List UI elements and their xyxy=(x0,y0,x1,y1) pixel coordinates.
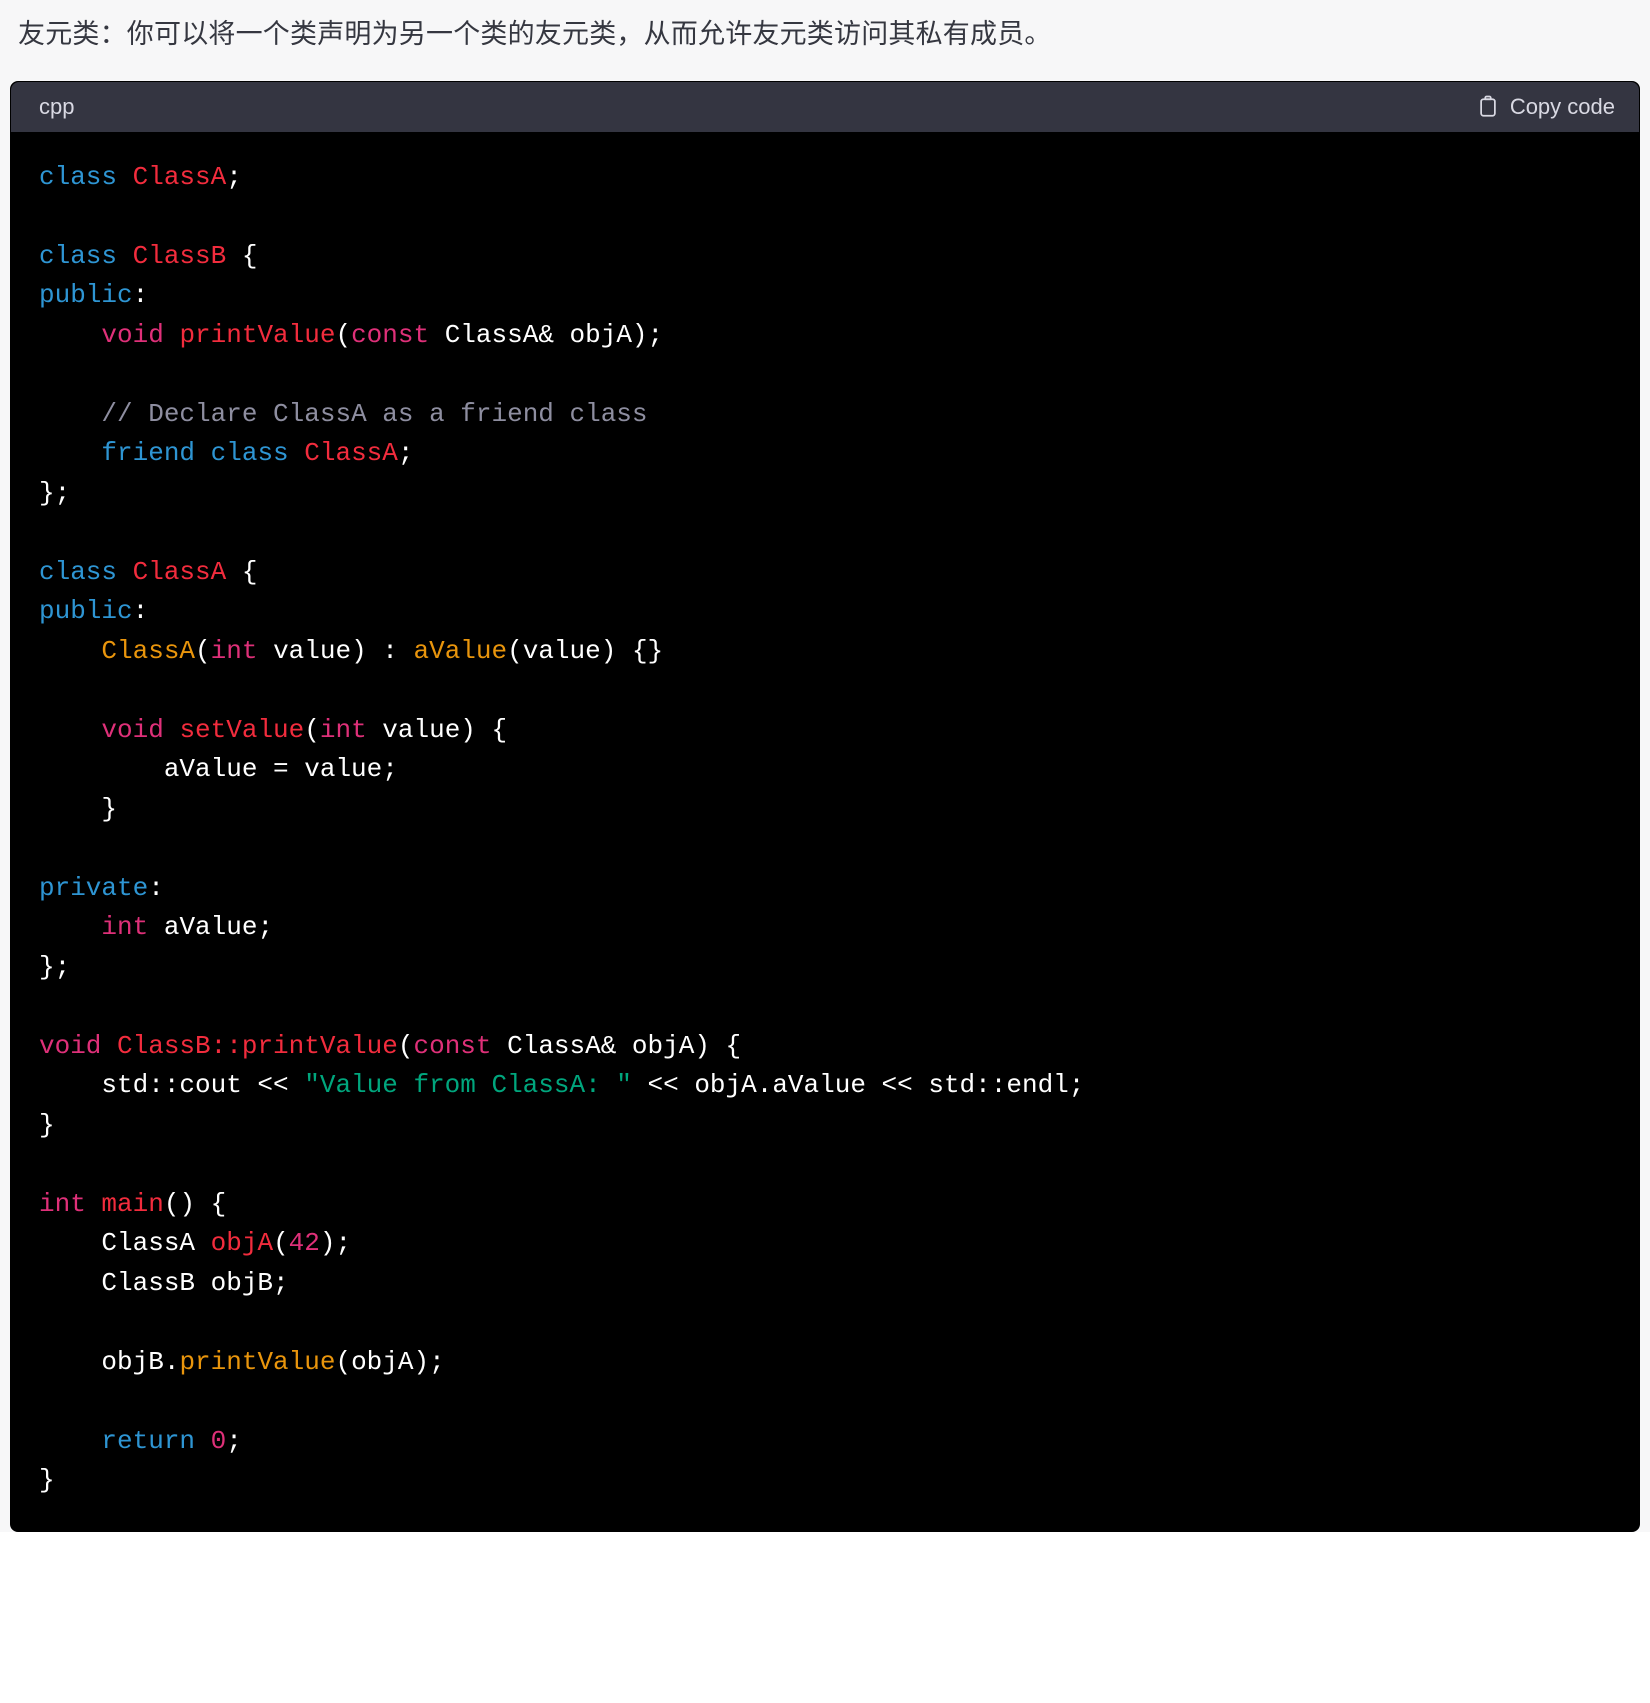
clipboard-icon xyxy=(1477,95,1499,119)
code-token: aValue xyxy=(413,635,508,666)
code-token: ( xyxy=(397,1030,414,1061)
copy-code-button[interactable]: Copy code xyxy=(1477,94,1615,120)
code-token: : xyxy=(148,872,164,903)
code-token: void xyxy=(101,319,180,350)
code-token: (objA); xyxy=(335,1346,445,1377)
code-token: class xyxy=(39,161,133,192)
code-token: { xyxy=(241,556,258,587)
code-token: const xyxy=(351,319,445,350)
code-token: std::cout << xyxy=(39,1070,305,1100)
intro-paragraph: 友元类：你可以将一个类声明为另一个类的友元类，从而允许友元类访问其私有成员。 xyxy=(0,0,1650,81)
code-token: ; xyxy=(226,161,242,192)
code-token: void xyxy=(39,1030,118,1061)
code-token: // Declare ClassA as a friend class xyxy=(101,398,648,429)
code-token: objA xyxy=(210,1228,274,1258)
code-token: printValue xyxy=(179,1346,336,1377)
code-block-header: cpp Copy code xyxy=(11,81,1639,132)
code-token: ClassB::printValue xyxy=(117,1030,398,1061)
code-token: ClassA xyxy=(39,1228,211,1258)
code-token: void xyxy=(101,714,180,745)
code-token: int xyxy=(101,912,149,942)
page-container: 友元类：你可以将一个类声明为另一个类的友元类，从而允许友元类访问其私有成员。 c… xyxy=(0,0,1650,1532)
code-language-label: cpp xyxy=(39,93,75,119)
code-token: : xyxy=(132,596,149,626)
code-token: ; xyxy=(226,1425,242,1456)
code-token: ClassA& objA); xyxy=(444,319,664,350)
code-token: ( xyxy=(335,319,352,350)
code-token: ( xyxy=(195,635,211,666)
code-token: ClassB xyxy=(132,240,242,271)
code-token: printValue xyxy=(179,319,336,350)
code-token: class xyxy=(39,556,133,587)
code-token: private xyxy=(39,872,149,903)
code-token: ClassA xyxy=(304,438,398,468)
code-token: friend class xyxy=(101,438,305,468)
code-content: class ClassA; class ClassB { public: voi… xyxy=(39,158,1611,1501)
code-token: ( xyxy=(273,1228,289,1258)
code-token: objB. xyxy=(39,1346,180,1377)
code-token: ; xyxy=(397,438,414,468)
code-token: () { xyxy=(163,1188,227,1219)
code-token: int xyxy=(319,714,367,745)
code-token: int xyxy=(39,1188,102,1219)
code-token: { xyxy=(241,240,258,271)
code-token: ClassA& objA) { xyxy=(507,1030,742,1061)
code-token: (value) {} xyxy=(507,635,664,666)
code-token: ClassA xyxy=(132,161,227,192)
code-token: main xyxy=(101,1188,164,1219)
code-token: "Value from ClassA: " xyxy=(304,1070,632,1100)
code-token: setValue xyxy=(179,714,305,745)
code-token: aValue; xyxy=(148,912,274,942)
code-token: 0 xyxy=(210,1425,227,1456)
code-token: } xyxy=(39,793,118,824)
code-token: ClassA xyxy=(101,635,196,666)
code-token: : xyxy=(132,280,149,310)
code-token: }; xyxy=(39,477,71,508)
code-block: cpp Copy code class ClassA; class ClassB… xyxy=(10,80,1640,1532)
code-token: const xyxy=(413,1030,508,1061)
code-token: ( xyxy=(304,714,320,745)
code-token: 42 xyxy=(288,1228,320,1258)
code-token: public xyxy=(39,280,133,310)
code-token: value) : xyxy=(257,635,414,666)
code-token: ClassB objB; xyxy=(39,1267,289,1298)
copy-code-label: Copy code xyxy=(1509,93,1615,119)
code-token: class xyxy=(39,240,133,271)
code-token: } xyxy=(39,1109,55,1140)
code-token: } xyxy=(39,1465,55,1495)
code-token: int xyxy=(210,635,258,666)
code-token: value) { xyxy=(366,714,508,745)
code-token: }; xyxy=(39,951,71,982)
code-token: aValue = value; xyxy=(39,754,398,784)
code-token: ClassA xyxy=(132,556,242,587)
code-token: ); xyxy=(319,1228,352,1258)
code-token: << objA.aValue << std::endl; xyxy=(631,1070,1085,1100)
code-token: public xyxy=(39,596,133,626)
code-body[interactable]: class ClassA; class ClassB { public: voi… xyxy=(11,131,1639,1531)
code-token: return xyxy=(101,1425,211,1456)
